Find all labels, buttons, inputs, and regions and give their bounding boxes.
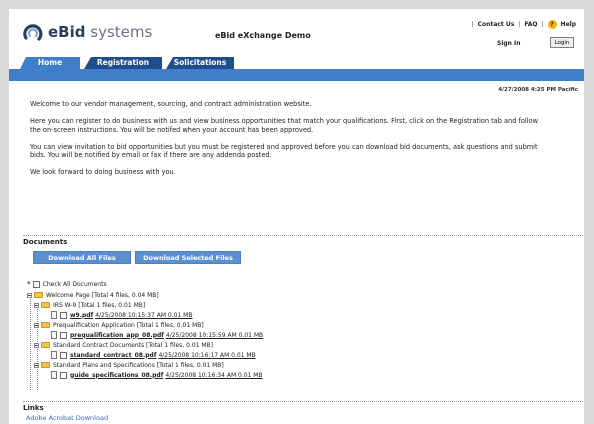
- sign-in-label: Sign In: [497, 40, 521, 47]
- current-datetime: 4/27/2008 4:25 PM Pacific: [498, 87, 578, 93]
- separator: |: [471, 21, 474, 28]
- intro-text: Welcome to our vendor management, sourci…: [30, 100, 550, 186]
- check-all-label: Check All Documents: [42, 280, 107, 288]
- tree-file-row: w9.pdf 4/25/2008 10:15:37 AM 0.01 MB: [51, 310, 192, 320]
- site-title: eBid eXchange Demo: [215, 31, 311, 40]
- folder-label: Standard Plans and Specifications [Total…: [53, 361, 224, 369]
- folder-icon: [41, 362, 50, 368]
- top-links: | Contact Us | FAQ | ? Help: [472, 20, 576, 29]
- separator: |: [518, 21, 521, 28]
- file-link[interactable]: w9.pdf: [70, 312, 93, 319]
- tree-folder-row: Standard Plans and Specifications [Total…: [34, 360, 224, 370]
- folder-icon: [34, 292, 43, 298]
- download-all-button[interactable]: Download All Files: [33, 251, 131, 264]
- tree-file-row: standard_contract_08.pdf 4/25/2008 10:16…: [51, 350, 256, 360]
- intro-paragraph: You can view invitation to bid opportuni…: [30, 142, 538, 160]
- tab-solicitations[interactable]: Solicitations: [166, 57, 234, 69]
- document-icon: [51, 351, 57, 359]
- adobe-acrobat-link[interactable]: Adobe Acrobat Download: [26, 414, 108, 422]
- tab-home[interactable]: Home: [20, 57, 80, 69]
- page: eBid systems eBid eXchange Demo | Contac…: [9, 9, 584, 424]
- nav-strip: [9, 69, 584, 81]
- divider: [23, 401, 583, 402]
- check-all-row: * Check All Documents: [27, 279, 107, 289]
- tree-file-row: guide_specifications_08.pdf 4/25/2008 10…: [51, 370, 263, 380]
- intro-paragraph: We look forward to doing business with y…: [30, 168, 176, 177]
- folder-icon: [41, 322, 50, 328]
- file-meta: 4/25/2008 10:16:17 AM 0.01 MB: [158, 351, 256, 359]
- file-meta: 4/25/2008 10:16:34 AM 0.01 MB: [165, 371, 263, 379]
- document-icon: [51, 311, 57, 319]
- tree-root-row: Welcome Page [Total 4 files, 0.04 MB]: [27, 290, 159, 300]
- contact-us-link[interactable]: Contact Us: [478, 21, 515, 28]
- header: eBid systems eBid eXchange Demo | Contac…: [9, 9, 584, 57]
- document-icon: [51, 331, 57, 339]
- links-heading: Links: [23, 404, 44, 412]
- folder-label: Prequalification Application [Total 1 fi…: [53, 321, 204, 329]
- intro-paragraph: Here you can register to do business wit…: [30, 117, 538, 134]
- logo-text: eBid systems: [48, 23, 153, 41]
- folder-icon: [41, 342, 50, 348]
- logo[interactable]: eBid systems: [22, 21, 152, 43]
- intro-paragraph: Welcome to our vendor management, sourci…: [30, 100, 312, 108]
- folder-label: Welcome Page [Total 4 files, 0.04 MB]: [46, 291, 159, 299]
- file-meta: 4/25/2008 10:15:59 AM 0.01 MB: [165, 331, 264, 339]
- download-selected-button[interactable]: Download Selected Files: [135, 251, 241, 264]
- document-icon: [51, 371, 57, 379]
- folder-label: Standard Contract Documents [Total 1 fil…: [53, 341, 214, 349]
- required-star-icon: *: [27, 280, 31, 288]
- file-link[interactable]: prequalification_app_08.pdf: [70, 332, 164, 339]
- collapse-icon[interactable]: [34, 342, 39, 348]
- tree-folder-row: IRS W-9 [Total 1 files, 0.01 MB]: [34, 300, 145, 310]
- file-meta: 4/25/2008 10:15:37 AM 0.01 MB: [95, 311, 193, 319]
- file-link[interactable]: standard_contract_08.pdf: [70, 352, 156, 359]
- file-checkbox[interactable]: [60, 351, 67, 359]
- help-icon[interactable]: ?: [547, 20, 557, 29]
- tab-bar: Home Registration Solicitations: [9, 57, 584, 69]
- collapse-icon[interactable]: [34, 302, 39, 308]
- separator: |: [541, 21, 544, 28]
- documents-heading: Documents: [23, 238, 68, 246]
- faq-link[interactable]: FAQ: [524, 21, 537, 28]
- file-checkbox[interactable]: [60, 331, 67, 339]
- file-checkbox[interactable]: [60, 311, 67, 319]
- folder-icon: [41, 302, 50, 308]
- collapse-icon[interactable]: [27, 292, 32, 298]
- collapse-icon[interactable]: [34, 362, 39, 368]
- tree-folder-row: Standard Contract Documents [Total 1 fil…: [34, 340, 213, 350]
- ebid-logo-icon: [22, 21, 44, 43]
- tab-registration[interactable]: Registration: [84, 57, 162, 69]
- check-all-checkbox[interactable]: [32, 280, 40, 288]
- tree-folder-row: Prequalification Application [Total 1 fi…: [34, 320, 204, 330]
- divider: [23, 235, 583, 236]
- login-button[interactable]: Login: [550, 37, 574, 48]
- help-link[interactable]: Help: [561, 21, 576, 28]
- tree-file-row: prequalification_app_08.pdf 4/25/2008 10…: [51, 330, 263, 340]
- file-link[interactable]: guide_specifications_08.pdf: [70, 372, 163, 379]
- file-checkbox[interactable]: [60, 371, 67, 379]
- tree-connector: [30, 297, 31, 390]
- collapse-icon[interactable]: [34, 322, 39, 328]
- folder-label: IRS W-9 [Total 1 files, 0.01 MB]: [53, 301, 146, 309]
